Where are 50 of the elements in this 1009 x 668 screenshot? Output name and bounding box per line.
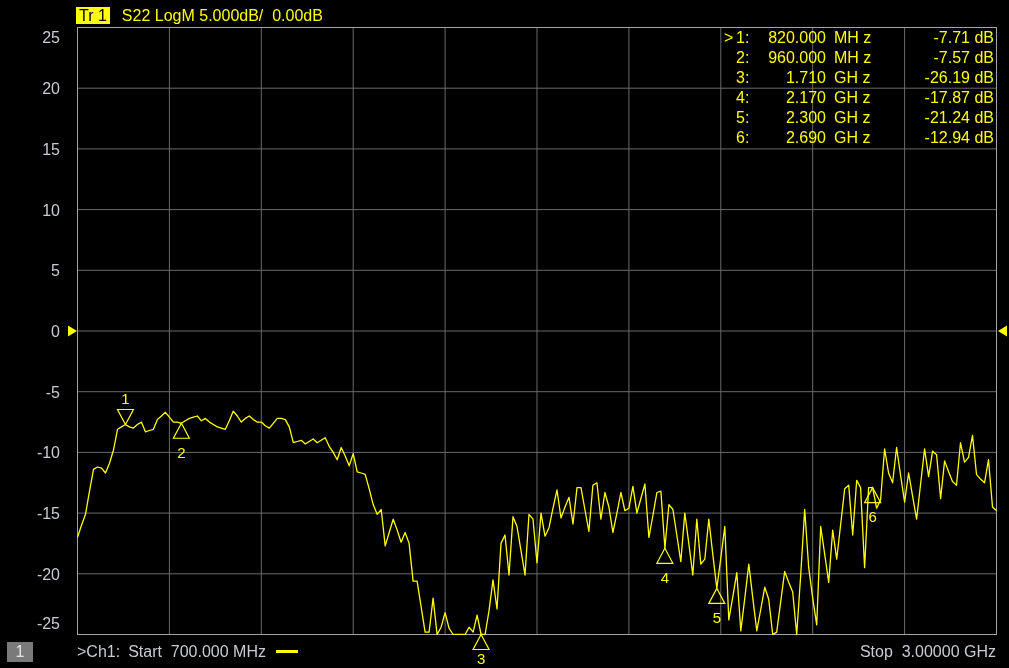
marker-unit: GH z [833, 108, 871, 128]
marker-number: 1: [735, 28, 750, 48]
marker-number: 3: [735, 68, 750, 88]
marker-unit: GH z [833, 68, 871, 88]
trace-label: Tr 1 [76, 7, 110, 24]
trace-settings-text: S22 LogM 5.000dB/ 0.00dB [121, 6, 323, 25]
axis-tick-label: -15 [36, 505, 60, 523]
marker-number-label: 1 [121, 390, 130, 407]
marker-frequency: 960.000 [768, 48, 827, 68]
axis-tick-label: -5 [45, 383, 60, 401]
axis-tick-label: 5 [51, 262, 60, 280]
axis-tick-label: -10 [36, 444, 60, 462]
marker-value: -17.87 dB [924, 88, 995, 108]
marker-number-label: 5 [712, 608, 721, 626]
marker-number-label: 3 [476, 650, 486, 667]
channel-label: >Ch1: [77, 642, 121, 661]
marker-frequency: 1.710 [785, 68, 827, 88]
marker-frequency: 2.690 [785, 128, 827, 148]
marker-number: 6: [735, 128, 750, 148]
marker-unit: GH z [833, 128, 871, 148]
marker-unit: GH z [833, 88, 871, 108]
marker-number-label: 4 [660, 568, 670, 586]
marker-number-label: 2 [177, 443, 186, 461]
channel-number[interactable]: 1 [7, 641, 33, 662]
marker-value: -26.19 dB [924, 68, 995, 88]
axis-tick-label: -25 [36, 615, 60, 632]
axis-tick-label: 20 [42, 80, 60, 98]
reference-position-icon [68, 325, 77, 337]
marker-value: -7.71 dB [933, 28, 995, 48]
marker-unit: MH z [833, 48, 872, 68]
marker-number-label: 6 [868, 508, 877, 526]
marker-frequency: 2.300 [785, 108, 827, 128]
marker-value: -7.57 dB [933, 48, 995, 68]
marker-value: -12.94 dB [924, 128, 995, 148]
active-marker-pointer: > [723, 28, 734, 48]
axis-tick-label: 25 [42, 29, 60, 46]
axis-tick-label: 10 [42, 201, 60, 219]
marker-value: -21.24 dB [924, 108, 995, 128]
marker-number: 2: [735, 48, 750, 68]
axis-tick-label: 15 [42, 140, 60, 158]
marker-number: 5: [735, 108, 750, 128]
stop-frequency-text: Stop 3.00000 GHz [859, 642, 996, 661]
axis-tick-label: -20 [36, 565, 60, 583]
marker-frequency: 2.170 [785, 88, 827, 108]
marker-number: 4: [735, 88, 750, 108]
reference-position-icon [998, 325, 1007, 337]
axis-tick-label: 0 [51, 323, 60, 340]
marker-unit: MH z [833, 28, 872, 48]
marker-frequency: 820.000 [768, 28, 827, 48]
start-frequency-text: Start 700.000 MHz [128, 642, 266, 661]
